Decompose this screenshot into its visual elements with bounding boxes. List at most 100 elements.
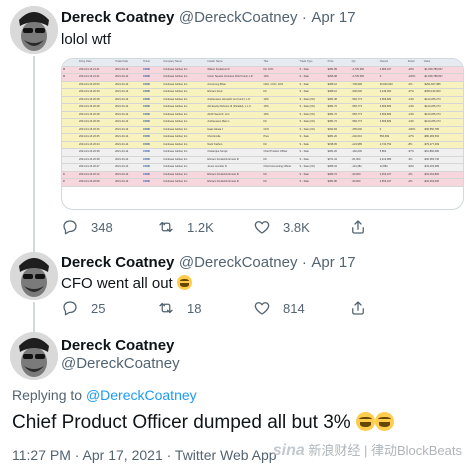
sina-logo: sina [272, 442, 305, 459]
author-name[interactable]: Dereck Coatney [61, 9, 174, 26]
table-row: 2021-04-16 20:48 2021-04-14 COIN Coinbase G… [62, 103, 463, 112]
tweet-date[interactable]: Apr 17 [311, 254, 355, 271]
retweet-button[interactable]: 1.2K [157, 218, 253, 236]
table-cell: D [62, 178, 79, 187]
table-row: 2021-04-16 20:47 2021-04-14 COIN Coinbase G… [62, 163, 463, 172]
table-cell: COIN [142, 178, 163, 187]
table-cell: S - Sale [298, 133, 327, 142]
table-cell: 2021-04-14 [114, 103, 143, 112]
table-cell: $381.72 [326, 118, 351, 127]
avatar[interactable] [10, 252, 58, 300]
reply-icon [63, 301, 77, 316]
table-cell: 2021-04-14 [114, 133, 143, 142]
table-cell: Andreessen Marc L [206, 118, 263, 127]
table-cell: -$99,550,786 [422, 126, 463, 134]
table-cell: -90,000 [350, 178, 379, 187]
table-cell: 2021-04-16 20:45 [78, 133, 115, 142]
table-cell: 10% [262, 111, 299, 119]
author-handle[interactable]: @DereckCoatney [179, 9, 298, 26]
table-cell: Haas Alesia J [206, 126, 263, 134]
table-row: 2021-04-16 20:38 2021-04-14 COIN Coinbase G… [62, 156, 463, 164]
table-cell: 2021-04-14 [114, 111, 143, 119]
table-header-cell: Qty [350, 59, 379, 67]
table-cell: $380.72 [326, 171, 351, 179]
table-cell: S - Sale [298, 81, 327, 89]
table-cell: $381.72 [326, 111, 351, 119]
table-row: 2021-04-16 20:44 2021-04-14 COIN Coinbase G… [62, 141, 463, 149]
table-cell: $381.20 [326, 133, 351, 142]
table-cell: Coinbase Global, Inc. [162, 133, 207, 142]
table-cell: -255,000 [350, 126, 379, 134]
author-handle[interactable]: @DereckCoatney [179, 254, 298, 271]
table-cell: -8% [406, 141, 423, 149]
table-cell: Coinbase Global, Inc. [162, 103, 207, 112]
avatar[interactable] [10, 6, 58, 54]
tweet-timestamp[interactable]: 11:27 PM · Apr 17, 2021 · Twitter Web Ap… [12, 447, 277, 463]
table-cell: $381.80 [326, 178, 351, 187]
like-button[interactable]: 814 [253, 299, 349, 317]
table-cell: CEO, COO, 10% [262, 81, 299, 89]
retweet-count: 1.2K [187, 219, 214, 235]
table-cell: 2021-04-16 20:38 [78, 148, 115, 157]
author-handle[interactable]: @DereckCoatney [61, 355, 180, 372]
table-row: 2021-04-16 20:48 2021-04-14 COIN Coinbase G… [62, 96, 463, 104]
share-icon [352, 220, 364, 234]
table-cell [62, 81, 79, 89]
table-cell: 2021-04-14 [114, 66, 143, 74]
share-button[interactable] [349, 299, 367, 317]
table-header-cell: Owned [378, 59, 407, 67]
reply-button[interactable]: 25 [61, 299, 157, 317]
table-cell: Nazir Kathon [206, 141, 263, 149]
table-cell: A16Z Seed-III, LLC [206, 111, 263, 119]
table-cell: 2021-04-14 [114, 88, 143, 97]
table-header-row: Filing Date Trade Date Ticker Company Name I… [62, 59, 463, 67]
source-watermark: sina 新浪财经 | 律动BlockBeats [273, 440, 462, 460]
table-cell: Armstrong Brian [206, 81, 263, 89]
reply-button[interactable]: 348 [61, 218, 157, 236]
table-header-cell [62, 59, 79, 67]
table-cell: Chief Product Officer [262, 148, 299, 157]
share-button[interactable] [349, 218, 367, 236]
table-cell: COIN [142, 96, 163, 104]
main-tweet-text-content: Chief Product Officer dumped all but 3% [12, 412, 351, 433]
tweet-date[interactable]: Apr 17 [311, 9, 355, 26]
table-cell: 2021-04-14 [114, 178, 143, 187]
avatar[interactable] [10, 332, 58, 380]
tweet-actions: 25 18 814 [61, 299, 421, 317]
table-cell: -49% [406, 66, 423, 74]
table-cell: -14% [406, 118, 423, 127]
table-cell: $371.44 [326, 156, 351, 164]
table-cell: 4,553,107 [378, 178, 407, 187]
table-cell: S - Sale [298, 66, 327, 74]
table-cell: 2021-04-16 20:08 [78, 178, 115, 187]
table-cell: -2% [406, 81, 423, 89]
tweet-media-image[interactable]: Filing Date Trade Date Ticker Company Name I… [61, 58, 464, 210]
table-cell: Dir [262, 178, 299, 187]
table-cell: Coinbase Global, Inc. [162, 156, 207, 164]
author-name[interactable]: Dereck Coatney [61, 337, 174, 354]
table-cell: $381.38 [326, 96, 351, 104]
table-cell [62, 88, 79, 97]
table-row: 2021-04-16 20:46 2021-04-14 COIN Coinbase G… [62, 126, 463, 134]
table-cell: -81,000 [350, 156, 379, 164]
author-name[interactable]: Dereck Coatney [61, 254, 174, 271]
table-cell: Coinbase Global, Inc. [162, 171, 207, 179]
retweet-button[interactable]: 18 [157, 299, 253, 317]
like-button[interactable]: 3.8K [253, 218, 349, 236]
table-cell: 3,669,682 [378, 96, 407, 104]
table-cell: 2,743,752 [378, 141, 407, 149]
replying-to: Replying to @DereckCoatney [12, 387, 197, 403]
table-header-cell: Trade Date [114, 59, 143, 67]
table-header-cell: Company Name [162, 59, 207, 67]
table-cell: COIN [142, 141, 163, 149]
table-cell: COIN [142, 126, 163, 134]
table-cell: Wilson Fredarino R [206, 66, 263, 74]
table-cell [62, 103, 79, 112]
replying-to-handle-link[interactable]: @DereckCoatney [86, 387, 197, 403]
table-cell: Coinbase Global, Inc. [162, 118, 207, 127]
table-cell: -749,999 [350, 81, 379, 89]
table-cell: Pres [262, 133, 299, 142]
table-cell: 12,882 [378, 163, 407, 172]
table-cell: -$123,205,273 [422, 118, 463, 127]
table-cell: M [62, 66, 79, 74]
